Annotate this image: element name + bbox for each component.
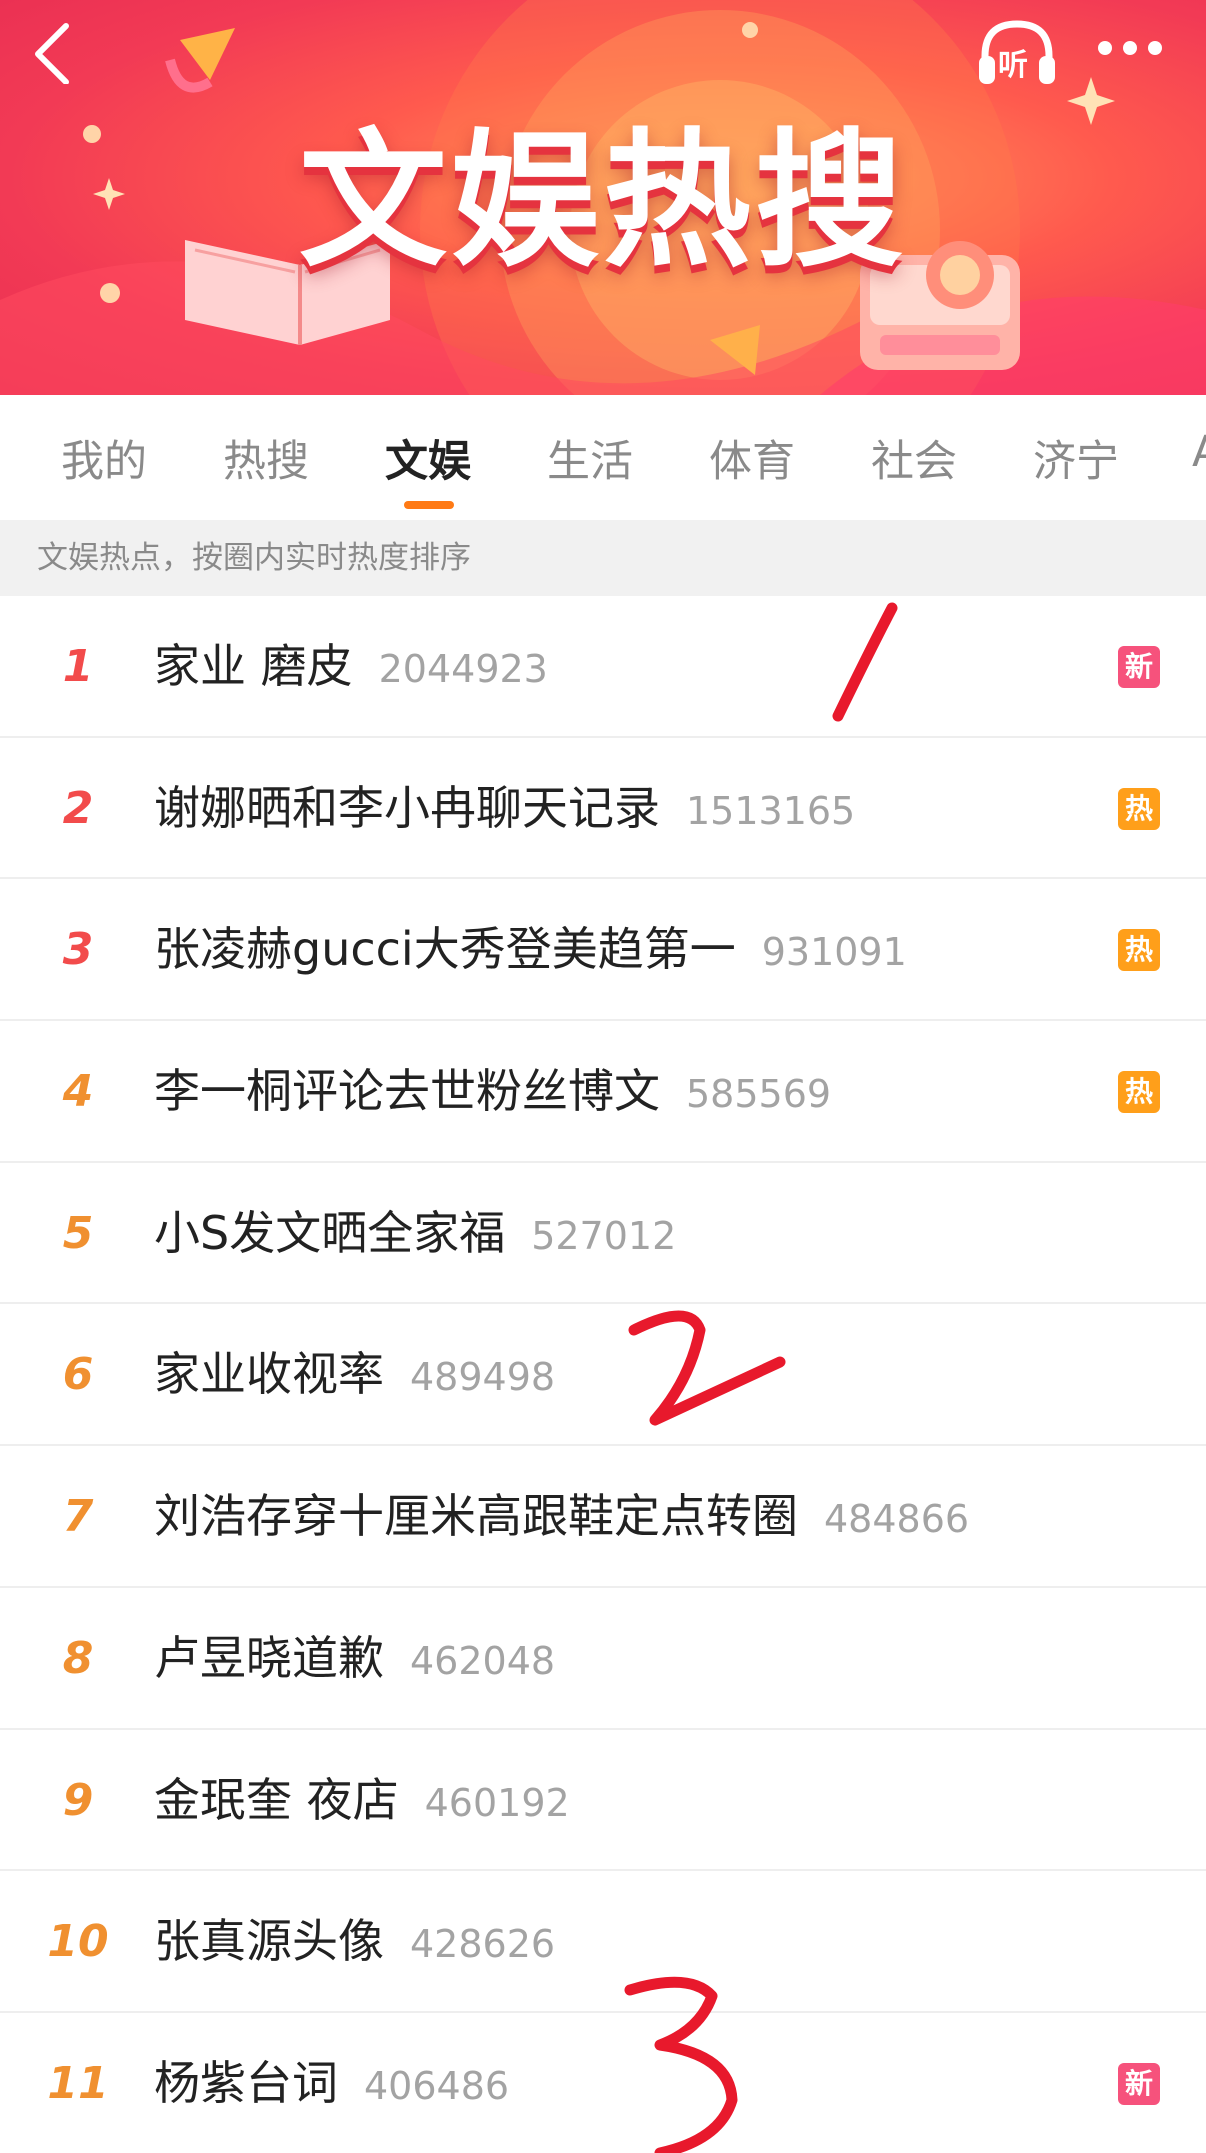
topic-title: 李一桐评论去世粉丝博文 [154, 1064, 660, 1119]
tab-jining[interactable]: 济宁 [1033, 427, 1119, 489]
more-dots-icon [1098, 41, 1162, 55]
rank-number: 11 [47, 2057, 109, 2109]
listen-button[interactable]: 听 [975, 18, 1059, 88]
topic: 张真源头像 428626 [154, 1871, 555, 2012]
heat-count: 428626 [410, 1922, 556, 1967]
topic: 家业收视率 489498 [154, 1304, 555, 1445]
topic-title: 卢昱晓道歉 [154, 1630, 384, 1685]
rank-number: 8 [62, 1632, 94, 1684]
topic-title: 谢娜晒和李小冉聊天记录 [154, 780, 660, 835]
topic: 卢昱晓道歉 462048 [154, 1588, 555, 1729]
rank-number: 1 [62, 641, 94, 692]
banner-title: 文娱热搜 [299, 115, 907, 287]
rank-number: 9 [62, 1774, 94, 1826]
heat-count: 460192 [424, 1780, 570, 1825]
heat-count: 406486 [364, 2063, 510, 2108]
heat-count: 484866 [824, 1497, 970, 1542]
topic: 小S发文晒全家福 527012 [154, 1163, 676, 1304]
topic: 家业 磨皮 2044923 [154, 596, 548, 737]
listen-label: 听 [998, 48, 1028, 83]
more-button[interactable] [1090, 20, 1170, 76]
tab-hot-search[interactable]: 热搜 [223, 427, 309, 489]
tab-sports[interactable]: 体育 [709, 427, 795, 489]
list-item[interactable]: 4 李一桐评论去世粉丝博文 585569 热 [0, 1021, 1206, 1163]
list-item[interactable]: 8 卢昱晓道歉 462048 [0, 1588, 1206, 1730]
topic-title: 家业 磨皮 [154, 639, 353, 693]
topic-title: 张凌赫gucci大秀登美趋第一 [154, 922, 736, 977]
rank-number: 6 [62, 1349, 94, 1401]
topic-title: 张真源头像 [154, 1914, 384, 1969]
hot-search-list: 1 家业 磨皮 2044923 新 2 谢娜晒和李小冉聊天记录 1513165 热 3 张凌赫gu… [0, 596, 1206, 2153]
topic-title: 金珉奎 夜店 [154, 1772, 399, 1827]
topic: 刘浩存穿十厘米高跟鞋定点转圈 484866 [154, 1446, 969, 1587]
heat-count: 931091 [761, 930, 907, 975]
list-item[interactable]: 1 家业 磨皮 2044923 新 [0, 596, 1206, 738]
active-tab-indicator [404, 501, 454, 509]
hot-badge: 热 [1118, 787, 1160, 830]
topic-title: 刘浩存穿十厘米高跟鞋定点转圈 [154, 1489, 798, 1544]
tab-entertainment[interactable]: 文娱 [385, 427, 471, 489]
topic-title: 杨紫台词 [154, 2055, 338, 2110]
topic: 杨紫台词 406486 [154, 2013, 509, 2153]
list-item[interactable]: 5 小S发文晒全家福 527012 [0, 1163, 1206, 1305]
heat-count: 489498 [410, 1355, 556, 1400]
tab-mine[interactable]: 我的 [61, 427, 147, 489]
list-item[interactable]: 11 杨紫台词 406486 新 [0, 2013, 1206, 2153]
heat-count: 1513165 [686, 788, 856, 833]
rank-number: 7 [62, 1491, 94, 1543]
back-button[interactable] [22, 18, 82, 85]
new-badge: 新 [1118, 2062, 1160, 2105]
tab-society[interactable]: 社会 [871, 427, 957, 489]
chevron-left-icon [35, 23, 69, 85]
list-item[interactable]: 3 张凌赫gucci大秀登美趋第一 931091 热 [0, 879, 1206, 1022]
topic: 谢娜晒和李小冉聊天记录 1513165 [154, 738, 855, 879]
list-item[interactable]: 7 刘浩存穿十厘米高跟鞋定点转圈 484866 [0, 1446, 1206, 1588]
list-item[interactable]: 10 张真源头像 428626 [0, 1871, 1206, 2013]
new-badge: 新 [1118, 646, 1160, 688]
rank-number: 4 [62, 1066, 94, 1118]
topic: 金珉奎 夜店 460192 [154, 1730, 570, 1871]
topic: 张凌赫gucci大秀登美趋第一 931091 [154, 879, 907, 1020]
banner: 文娱热搜 听 [0, 0, 1206, 395]
topic-title: 家业收视率 [154, 1347, 384, 1402]
list-item[interactable]: 9 金珉奎 夜店 460192 [0, 1730, 1206, 1872]
heat-count: 2044923 [378, 647, 548, 691]
heat-count: 527012 [531, 1213, 677, 1258]
rank-number: 10 [47, 1916, 109, 1968]
rank-number: 2 [62, 782, 94, 834]
heat-count: 462048 [410, 1638, 556, 1683]
heat-count: 585569 [686, 1072, 832, 1117]
tab-next-partial[interactable]: A [1192, 427, 1206, 477]
topic-title: 小S发文晒全家福 [154, 1205, 506, 1260]
rank-number: 3 [62, 924, 94, 976]
topic: 李一桐评论去世粉丝博文 585569 [154, 1021, 831, 1162]
rank-number: 5 [62, 1207, 94, 1259]
tab-life[interactable]: 生活 [547, 427, 633, 489]
hot-badge: 热 [1118, 1071, 1160, 1114]
hot-badge: 热 [1118, 929, 1160, 972]
category-tabs: 我的 热搜 文娱 生活 体育 社会 济宁 A [0, 395, 1206, 520]
section-subtitle: 文娱热点，按圈内实时热度排序 [0, 520, 1206, 596]
list-item[interactable]: 2 谢娜晒和李小冉聊天记录 1513165 热 [0, 738, 1206, 880]
list-item[interactable]: 6 家业收视率 489498 [0, 1304, 1206, 1447]
